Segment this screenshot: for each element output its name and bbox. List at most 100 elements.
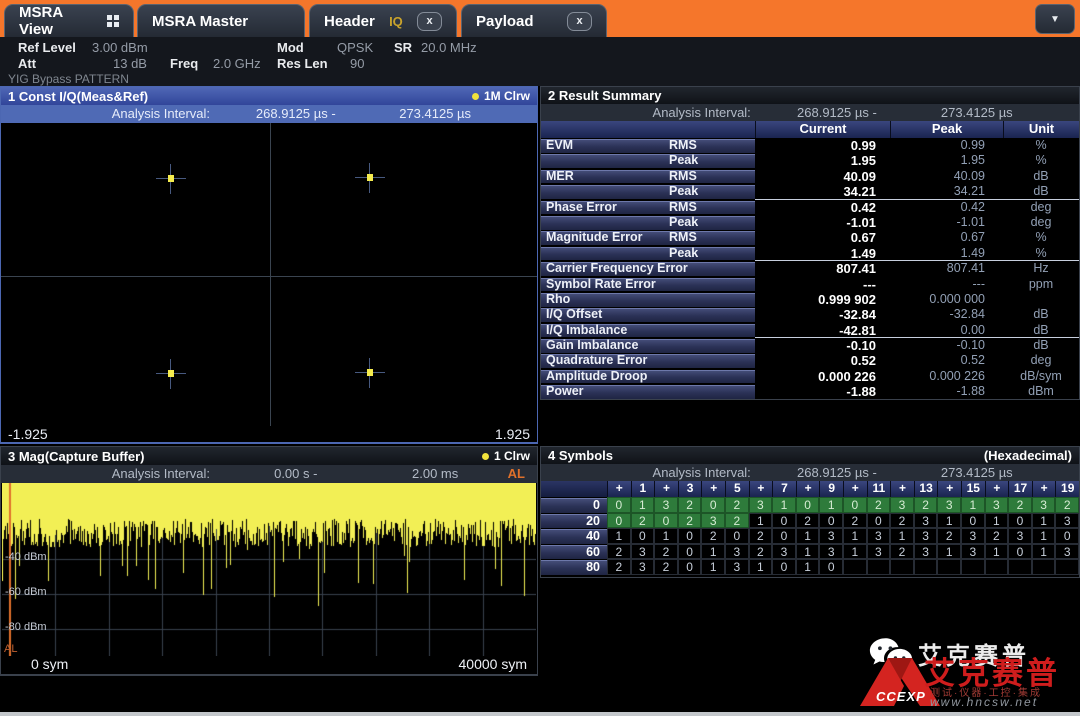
result-name: Rho: [546, 291, 571, 306]
symbol-cell: 2: [890, 512, 914, 529]
trace-legend: 1M Clrw: [471, 89, 530, 103]
symbol-cell: 2: [913, 497, 938, 513]
result-values: 1.49 1.49%: [755, 246, 1079, 262]
result-sublabel: RMS: [669, 168, 697, 183]
mod-value: QPSK: [337, 40, 374, 55]
symbol-cell: 3: [772, 543, 796, 560]
ref-level-label[interactable]: Ref Level: [18, 40, 76, 55]
result-row: Quadrature Error 0.52 0.52 deg: [541, 353, 1079, 368]
x-max-label: 1.925: [494, 426, 530, 442]
result-row: Carrier Frequency Error 807.41 807.41 Hz: [541, 261, 1079, 276]
symbol-cell: 2: [890, 543, 914, 560]
symbol-cell: 0: [677, 559, 702, 575]
point-dot: [168, 369, 175, 377]
result-values: 0.999 902 0.000 000: [755, 292, 1079, 307]
window2-title-bar[interactable]: 2 Result Summary: [541, 87, 1079, 104]
symbol-cell: 3: [984, 497, 1009, 513]
symbol-cell: 2: [654, 543, 678, 560]
result-row: Symbol Rate Error --- --- ppm: [541, 277, 1079, 292]
result-sublabel: Peak: [669, 245, 699, 260]
result-current-value: 0.999 902: [818, 291, 876, 307]
result-row: Peak 34.21 34.21 dB: [541, 184, 1079, 200]
constellation-point: [156, 164, 187, 195]
brand-url: www.hncsw.net: [930, 695, 1039, 709]
chevron-down-icon[interactable]: ▼: [1035, 4, 1075, 34]
tab-msra-view[interactable]: MSRA View: [4, 4, 134, 38]
symbol-cell: 0: [772, 512, 796, 529]
tab-payload[interactable]: Payload x: [461, 4, 607, 37]
symbol-cell: 2: [677, 512, 702, 529]
result-peak-value: -0.10: [956, 338, 986, 353]
symbol-cell: 0: [1055, 528, 1079, 544]
tab-header[interactable]: Header IQ x: [309, 4, 457, 37]
x-start-label: 0 sym: [31, 656, 69, 672]
result-unit: dB: [1033, 168, 1049, 183]
tab-msra-view-label: MSRA View: [19, 4, 63, 38]
window4-analysis-row: Analysis Interval: 268.9125 µs - 273.412…: [541, 464, 1079, 481]
y-tick-label: -40 dBm: [5, 551, 47, 563]
freq-label[interactable]: Freq: [170, 56, 198, 71]
symbol-cell: [866, 559, 891, 575]
mod-label[interactable]: Mod: [277, 40, 304, 55]
window1-title-bar[interactable]: 1 Const I/Q(Meas&Ref) 1M Clrw: [1, 87, 537, 105]
result-row-label: Power: [541, 385, 755, 399]
symbol-cell: 3: [890, 497, 914, 513]
window4-title-bar[interactable]: 4 Symbols (Hexadecimal): [541, 447, 1079, 464]
close-icon[interactable]: x: [417, 11, 442, 31]
result-name: [541, 153, 546, 167]
result-row: Peak -1.01 -1.01 deg: [541, 215, 1079, 230]
settings-bar: Ref Level 3.00 dBm Mod QPSK SR 20.0 MHz …: [0, 37, 1080, 86]
result-sublabel: Peak: [669, 184, 699, 199]
result-peak-value: 0.52: [960, 353, 985, 368]
tab-msra-master[interactable]: MSRA Master: [137, 4, 305, 37]
x-end-label: 40000 sym: [458, 656, 527, 672]
sr-label[interactable]: SR: [394, 40, 412, 55]
symbol-cell: 1: [1031, 512, 1056, 529]
window1-title: 1 Const I/Q(Meas&Ref): [8, 88, 149, 104]
instrument-screen: MSRA View MSRA Master Header IQ x Payloa…: [0, 0, 1080, 716]
ccexp-logo-text: CCEXP: [876, 689, 926, 704]
window3-title-bar[interactable]: 3 Mag(Capture Buffer) 1 Clrw: [1, 447, 537, 465]
unit-column-header: Unit: [1003, 121, 1079, 138]
close-icon[interactable]: x: [567, 11, 592, 31]
att-label[interactable]: Att: [18, 56, 36, 71]
trace-legend: 1 Clrw: [481, 449, 530, 463]
symbols-column-header: +: [654, 481, 678, 497]
symbol-cell: 0: [843, 497, 867, 513]
res-len-label[interactable]: Res Len: [277, 56, 328, 71]
y-tick-label: -80 dBm: [5, 621, 47, 633]
result-values: 0.000 226 0.000 226 dB/sym: [755, 369, 1079, 384]
symbols-corner-cell: [541, 481, 607, 497]
analysis-interval-label: Analysis Interval:: [652, 465, 751, 480]
symbol-cell: 3: [701, 512, 725, 529]
symbols-column-header: 3: [677, 481, 702, 497]
symbol-cell: 3: [913, 528, 938, 544]
yig-bypass-pattern-label: YIG Bypass PATTERN: [8, 72, 129, 86]
result-name: [541, 184, 546, 198]
window-result-summary: 2 Result Summary Analysis Interval: 268.…: [540, 86, 1080, 400]
symbols-column-header: +: [984, 481, 1009, 497]
result-values: -1.88 -1.88 dBm: [755, 384, 1079, 399]
result-values: 0.67 0.67%: [755, 230, 1079, 245]
result-unit: Hz: [1033, 261, 1049, 276]
result-current-value: 1.95: [850, 153, 876, 169]
magnitude-x-axis: 0 sym 40000 sym: [1, 656, 537, 675]
symbol-cell: 2: [654, 559, 678, 575]
result-name: MER: [546, 168, 574, 183]
tab-msra-master-label: MSRA Master: [152, 12, 249, 30]
analysis-interval-from: 0.00 s -: [274, 466, 318, 481]
result-row-label: Quadrature Error: [541, 354, 755, 369]
symbols-column-header: +: [607, 481, 631, 497]
result-peak-value: -1.01: [956, 214, 986, 229]
point-dot: [366, 368, 373, 376]
layout-grid-icon[interactable]: [107, 15, 119, 27]
result-peak-value: 0.99: [960, 138, 985, 152]
result-name: I/Q Imbalance: [546, 322, 628, 337]
symbol-cell: 2: [677, 497, 702, 513]
result-current-value: -1.01: [846, 214, 876, 230]
symbols-row-label: 80: [541, 559, 607, 575]
window-constellation: 1 Const I/Q(Meas&Ref) 1M Clrw Analysis I…: [0, 86, 538, 444]
result-row: Gain Imbalance -0.10 -0.10 dB: [541, 338, 1079, 353]
symbol-cell: 2: [725, 497, 749, 513]
symbols-column-header: 19: [1055, 481, 1079, 497]
